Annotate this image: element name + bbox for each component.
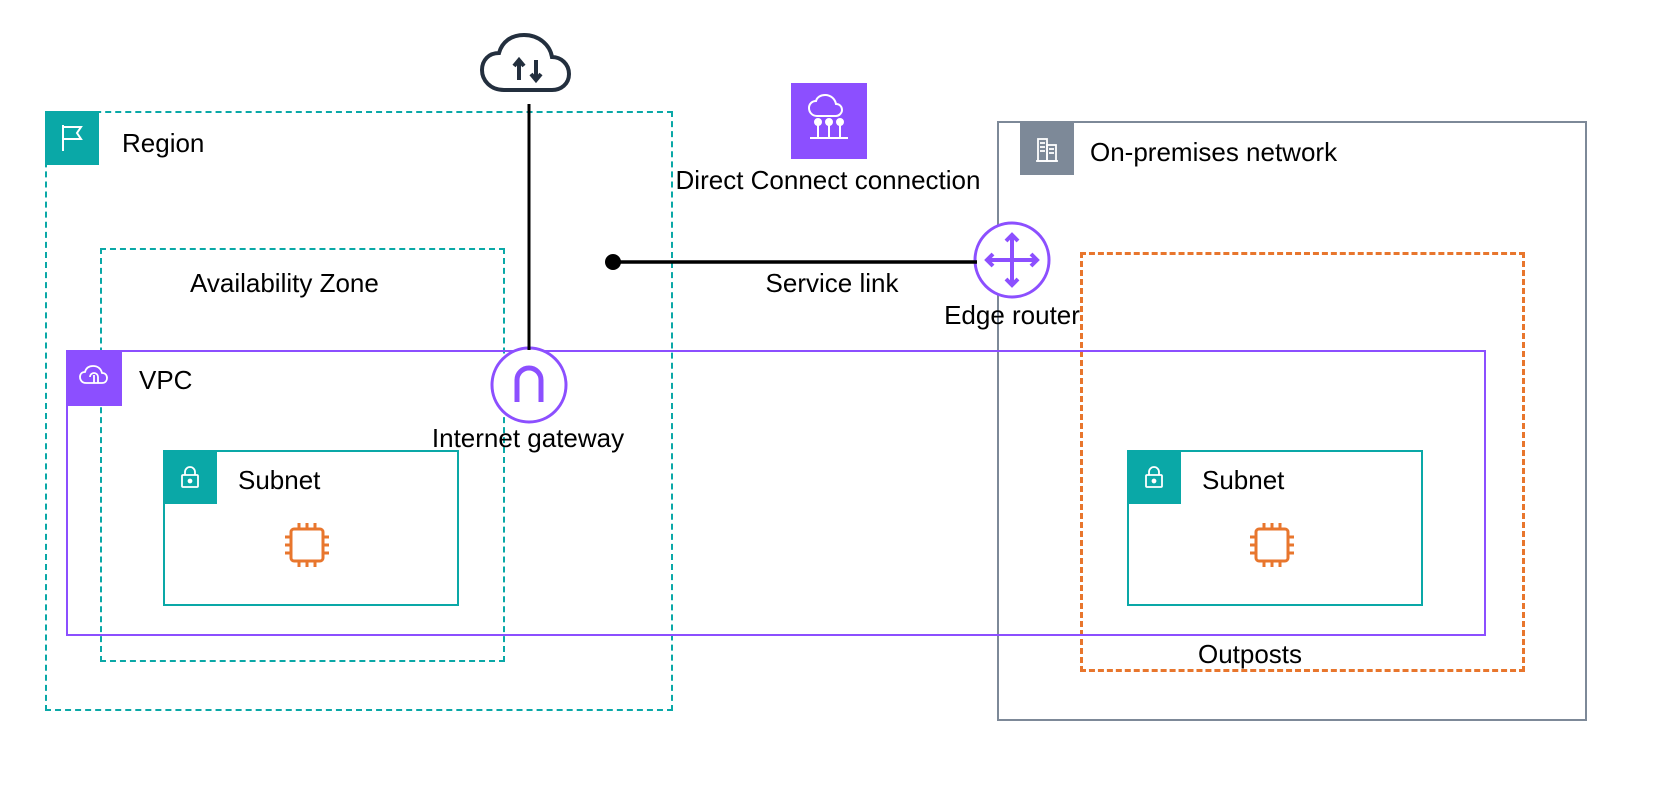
vpc-cloud-icon	[66, 350, 122, 406]
internet-gateway-icon	[490, 346, 568, 429]
architecture-diagram: Region Availability Zone On-premises net…	[0, 0, 1654, 786]
direct-connect-label: Direct Connect connection	[676, 165, 981, 196]
service-link-label: Service link	[766, 268, 899, 299]
subnet-left-lock-icon	[163, 450, 217, 504]
subnet-left-label: Subnet	[238, 465, 320, 496]
edge-router-label: Edge router	[944, 300, 1080, 331]
chip-icon-left	[275, 513, 339, 582]
internet-cloud-icon	[474, 30, 584, 115]
direct-connect-icon	[791, 83, 867, 159]
building-icon	[1020, 121, 1074, 175]
availability-zone-label: Availability Zone	[190, 268, 379, 299]
region-label: Region	[122, 128, 204, 159]
region-flag-icon	[45, 111, 99, 165]
vpc-label: VPC	[139, 365, 192, 396]
outposts-label: Outposts	[1198, 639, 1302, 670]
on-premises-label: On-premises network	[1090, 137, 1337, 168]
edge-router-icon	[973, 221, 1051, 304]
internet-gateway-label: Internet gateway	[432, 423, 624, 454]
subnet-right-label: Subnet	[1202, 465, 1284, 496]
subnet-right-lock-icon	[1127, 450, 1181, 504]
cloud-to-gateway-connector	[526, 104, 532, 350]
chip-icon-right	[1240, 513, 1304, 582]
